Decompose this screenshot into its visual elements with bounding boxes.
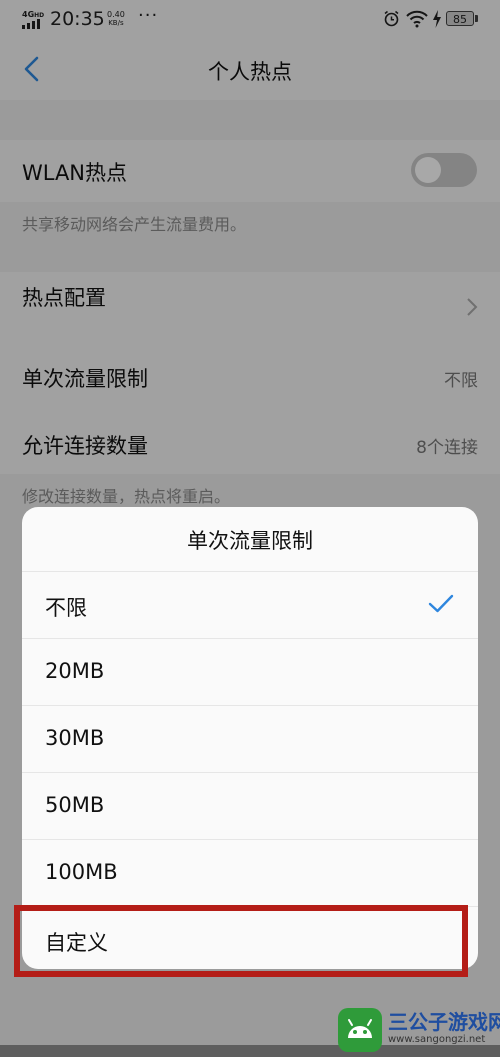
option-label: 100MB [45,860,118,884]
option-label: 不限 [45,596,87,620]
watermark-name: 三公子游戏网 [388,1010,500,1034]
option-label: 50MB [45,793,105,817]
custom-option-highlight [14,905,468,977]
option-label: 30MB [45,726,105,750]
watermark: 三公子游戏网 www.sangongzi.net [332,1000,500,1057]
watermark-logo-icon [338,1008,382,1052]
option-20mb[interactable]: 20MB [22,638,478,705]
option-unlimited[interactable]: 不限 [22,571,478,638]
option-50mb[interactable]: 50MB [22,772,478,839]
data-limit-sheet: 单次流量限制 不限 20MB 30MB 50MB 100MB 自定义 [22,507,478,969]
checkmark-icon [428,594,454,613]
sheet-title: 单次流量限制 [187,529,313,553]
option-label: 20MB [45,659,105,683]
option-30mb[interactable]: 30MB [22,705,478,772]
watermark-url: www.sangongzi.net [388,1034,486,1045]
option-100mb[interactable]: 100MB [22,839,478,906]
